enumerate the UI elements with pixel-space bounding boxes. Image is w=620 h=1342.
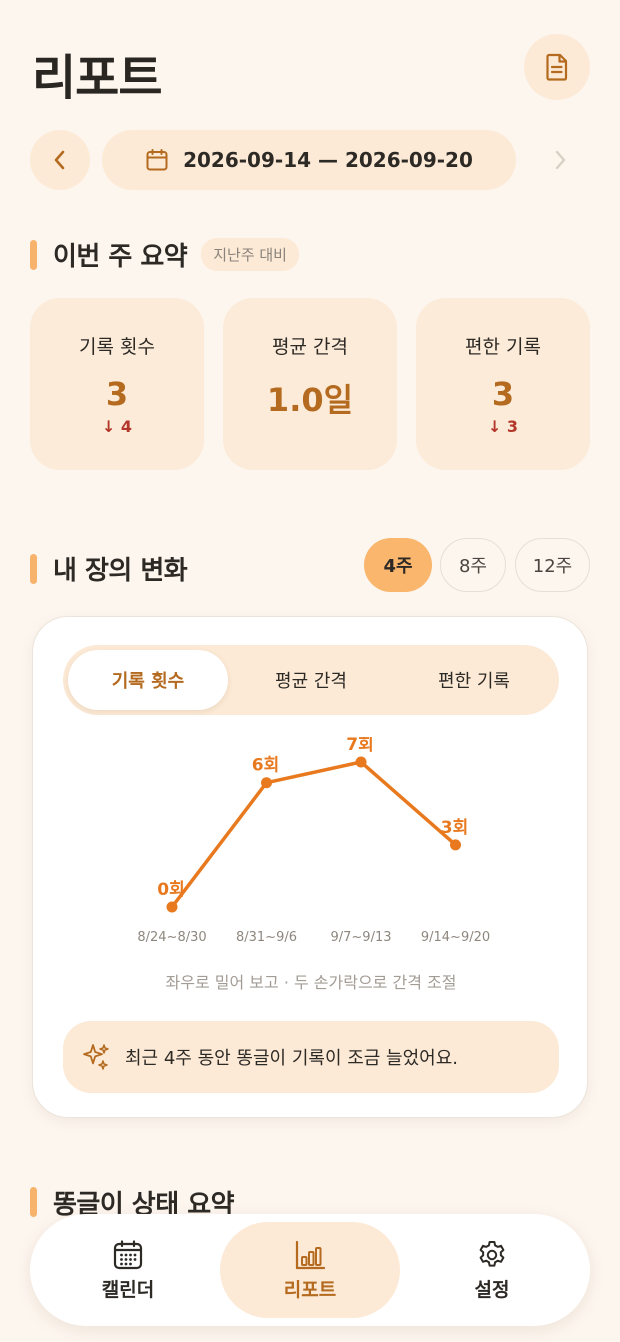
comparison-badge: 지난주 대비 [201, 238, 299, 271]
summary-section-header: 이번 주 요약 지난주 대비 [30, 236, 299, 273]
data-label: 0회 [157, 880, 184, 900]
insight-box: 최근 4주 동안 똥글이 기록이 조금 늘었어요. [63, 1021, 559, 1093]
gear-icon [479, 1240, 505, 1267]
trend-chart-card: 기록 횟수 평균 간격 편한 기록 0회 8/24~8/30 6회 8/31~9/6 7… [32, 616, 588, 1118]
stat-card-record-count: 기록 횟수 3 ↓ 4 [30, 298, 204, 470]
date-range-selector[interactable]: 2026-09-14 — 2026-09-20 [102, 130, 516, 190]
trend-title: 내 장의 변화 [53, 556, 188, 586]
section-accent-bar [30, 553, 37, 584]
bottom-navigation: 캘린더 리포트 설정 [30, 1214, 590, 1326]
chevron-left-icon [54, 150, 65, 170]
stat-card-comfortable-records: 편한 기록 3 ↓ 3 [416, 298, 590, 470]
trend-section-header: 내 장의 변화 [30, 550, 188, 587]
x-tick-label: 8/24~8/30 [137, 930, 206, 945]
range-4-weeks-button[interactable]: 4주 [364, 538, 432, 592]
nav-report-label: 리포트 [283, 1278, 337, 1301]
chevron-right-icon [555, 150, 566, 170]
nav-calendar-label: 캘린더 [101, 1278, 155, 1301]
tab-average-interval[interactable]: 평균 간격 [231, 650, 391, 710]
stat-delta: ↓ 4 [101, 417, 133, 436]
nav-settings-label: 설정 [474, 1278, 510, 1301]
section-accent-bar [30, 239, 37, 270]
document-icon [546, 53, 568, 81]
calendar-icon [146, 149, 168, 171]
nav-report[interactable]: 리포트 [220, 1222, 400, 1318]
stat-value: 3 [105, 375, 129, 413]
document-button[interactable] [524, 34, 590, 100]
section-accent-bar [30, 1187, 37, 1217]
tab-comfortable-records[interactable]: 편한 기록 [394, 650, 554, 710]
nav-settings[interactable]: 설정 [402, 1222, 582, 1318]
stat-value: 1.0일 [266, 381, 354, 419]
metric-tab-bar: 기록 횟수 평균 간격 편한 기록 [63, 645, 559, 715]
range-8-weeks-button[interactable]: 8주 [440, 538, 506, 592]
gesture-hint: 좌우로 밀어 보고 · 두 손가락으로 간격 조절 [165, 973, 457, 992]
stat-label: 편한 기록 [465, 336, 541, 358]
date-range-text: 2026-09-14 — 2026-09-20 [183, 148, 473, 172]
stat-value: 3 [491, 375, 515, 413]
nav-calendar[interactable]: 캘린더 [38, 1222, 218, 1318]
next-week-button[interactable] [530, 130, 590, 190]
bar-chart-icon [295, 1240, 326, 1269]
range-12-weeks-button[interactable]: 12주 [515, 538, 590, 592]
data-label: 3회 [441, 818, 468, 838]
data-label: 7회 [346, 737, 373, 755]
series-line [170, 760, 458, 909]
tab-record-count[interactable]: 기록 횟수 [68, 650, 228, 710]
data-point[interactable] [261, 777, 272, 789]
data-point[interactable] [355, 756, 367, 768]
data-point[interactable] [166, 901, 178, 913]
insight-text: 최근 4주 동안 똥글이 기록이 조금 늘었어요. [125, 1048, 459, 1069]
stat-label: 기록 횟수 [79, 336, 155, 358]
x-tick-label: 9/14~9/20 [421, 930, 490, 945]
x-tick-label: 9/7~9/13 [330, 930, 391, 945]
summary-title: 이번 주 요약 [53, 242, 188, 272]
calendar-grid-icon [113, 1239, 143, 1269]
trend-line-chart[interactable]: 0회 8/24~8/30 6회 8/31~9/6 7회 9/7~9/13 3회 9/14~9/… [33, 737, 589, 947]
stat-label: 평균 간격 [272, 336, 348, 358]
page-title: 리포트 [32, 50, 162, 106]
data-point[interactable] [450, 839, 461, 851]
stat-delta: ↓ 3 [487, 417, 519, 436]
x-tick-label: 8/31~9/6 [236, 930, 297, 945]
stat-card-average-interval: 평균 간격 1.0일 [223, 298, 397, 470]
previous-week-button[interactable] [30, 130, 90, 190]
sparkle-icon [83, 1044, 109, 1070]
data-label: 6회 [252, 756, 279, 776]
